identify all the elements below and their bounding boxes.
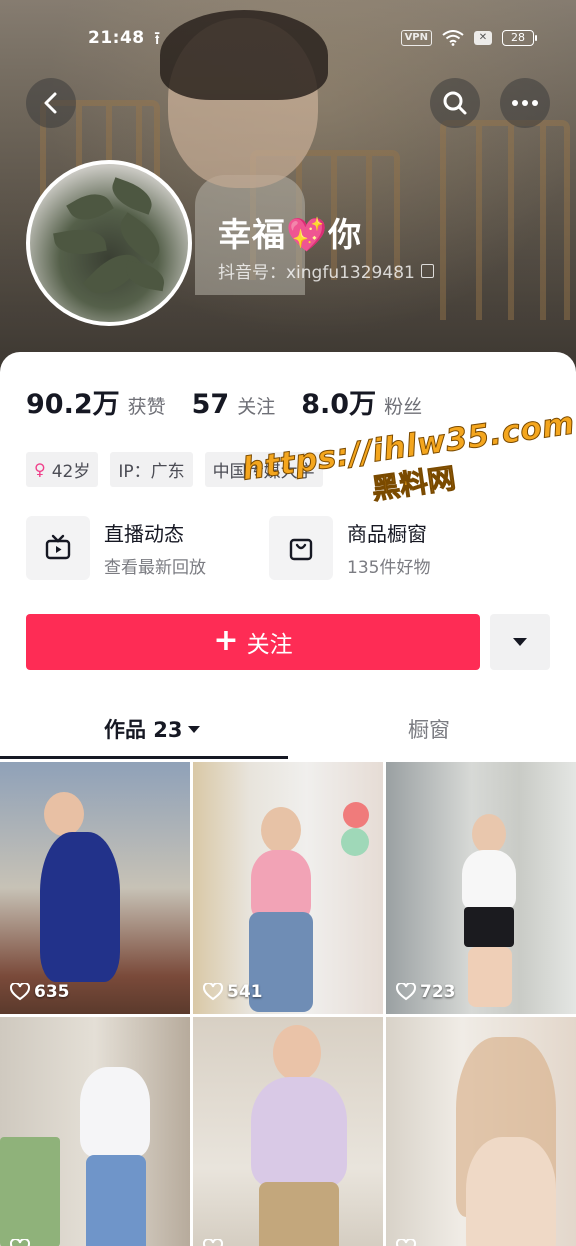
- heart-icon: [10, 1239, 30, 1246]
- copy-icon[interactable]: [420, 263, 434, 278]
- more-dots-icon: [512, 100, 538, 106]
- video-thumbnail[interactable]: 723: [386, 762, 576, 1014]
- profile-tags: ♀ 42岁 IP：广东 中国传媒大学: [26, 452, 323, 487]
- follow-button[interactable]: + 关注: [26, 614, 480, 670]
- video-thumbnail[interactable]: 635: [0, 762, 190, 1014]
- live-updates-title: 直播动态: [104, 522, 184, 546]
- upload-icon: ⭱: [154, 28, 161, 49]
- product-showcase-subtitle: 135件好物: [347, 558, 431, 578]
- caret-down-icon: [187, 725, 200, 733]
- stat-label: 关注: [237, 396, 276, 418]
- battery-icon: 28: [502, 30, 537, 46]
- profile-tabs: 作品 23 橱窗: [0, 700, 576, 760]
- live-tv-icon-box: [26, 516, 90, 580]
- tab-works-label: 作品 23: [104, 718, 183, 742]
- wifi-icon: [442, 30, 464, 46]
- shopping-bag-icon-box: [269, 516, 333, 580]
- vpn-icon: VPN: [400, 30, 432, 46]
- avatar[interactable]: [26, 160, 192, 326]
- product-showcase-entry[interactable]: 商品橱窗 135件好物: [269, 516, 430, 580]
- heart-icon: [10, 983, 30, 1001]
- profile-shortcuts: 直播动态 查看最新回放 商品橱窗 135件好物: [26, 516, 550, 582]
- stat-followers[interactable]: 8.0万 粉丝: [301, 382, 422, 421]
- stat-following[interactable]: 57 关注: [192, 389, 276, 420]
- age-tag: ♀ 42岁: [26, 452, 99, 487]
- status-time: 21:48: [88, 28, 145, 48]
- ip-location-tag: IP：广东: [110, 452, 193, 487]
- chevron-left-icon: [44, 92, 57, 114]
- heart-icon: [203, 983, 223, 1001]
- like-count: [203, 1239, 227, 1246]
- follow-label: 关注: [246, 632, 293, 658]
- stat-value: 57: [191, 389, 230, 420]
- caret-down-icon: [513, 638, 527, 646]
- heart-icon: [396, 1239, 416, 1246]
- shopping-bag-icon: [289, 538, 313, 561]
- video-thumbnail[interactable]: [386, 1017, 576, 1246]
- like-count: 541: [203, 982, 263, 1002]
- stat-label: 粉丝: [384, 396, 423, 418]
- like-count: [396, 1239, 420, 1246]
- live-updates-entry[interactable]: 直播动态 查看最新回放: [26, 516, 206, 580]
- recommend-dropdown-button[interactable]: [490, 614, 550, 670]
- more-options-button[interactable]: [500, 78, 550, 128]
- like-count: [10, 1239, 34, 1246]
- stat-value: 90.2万: [26, 389, 120, 420]
- video-thumbnail[interactable]: [193, 1017, 383, 1246]
- video-grid: 635 541 723: [0, 762, 576, 1246]
- status-bar: 21:48 ⭱ VPN ✕ 28: [0, 0, 576, 70]
- profile-nickname: 幸福💖你: [218, 215, 363, 254]
- heart-icon: [203, 1239, 223, 1246]
- stat-label: 获赞: [127, 396, 166, 418]
- profile-stats: 90.2万 获赞 57 关注 8.0万 粉丝: [26, 382, 448, 421]
- school-tag[interactable]: 中国传媒大学: [204, 452, 323, 487]
- like-count-text: 723: [420, 982, 456, 1002]
- like-count-text: 541: [227, 982, 263, 1002]
- back-button[interactable]: [26, 78, 76, 128]
- video-thumbnail[interactable]: 541: [193, 762, 383, 1014]
- video-thumbnail[interactable]: [0, 1017, 190, 1246]
- like-count: 723: [396, 982, 456, 1002]
- search-icon: [443, 91, 467, 115]
- live-updates-subtitle: 查看最新回放: [104, 558, 206, 578]
- stat-likes[interactable]: 90.2万 获赞: [26, 382, 166, 421]
- stat-value: 8.0万: [301, 389, 377, 420]
- product-showcase-title: 商品橱窗: [347, 522, 427, 546]
- like-count-text: 635: [34, 982, 70, 1002]
- douyin-id-text: 抖音号：xingfu1329481: [218, 263, 415, 283]
- douyin-id[interactable]: 抖音号：xingfu1329481: [218, 258, 434, 283]
- active-tab-indicator: [0, 756, 288, 759]
- tab-works[interactable]: 作品 23: [104, 714, 201, 744]
- like-count: 635: [10, 982, 70, 1002]
- tv-play-icon: [45, 534, 71, 560]
- tab-showcase[interactable]: 橱窗: [408, 714, 450, 744]
- search-button[interactable]: [430, 78, 480, 128]
- female-icon: ♀: [34, 460, 46, 479]
- age-text: 42岁: [51, 462, 91, 482]
- plus-icon: +: [213, 622, 239, 658]
- heart-icon: [396, 983, 416, 1001]
- status-indicators: VPN ✕ 28: [400, 30, 537, 46]
- sim-off-icon: ✕: [474, 31, 492, 45]
